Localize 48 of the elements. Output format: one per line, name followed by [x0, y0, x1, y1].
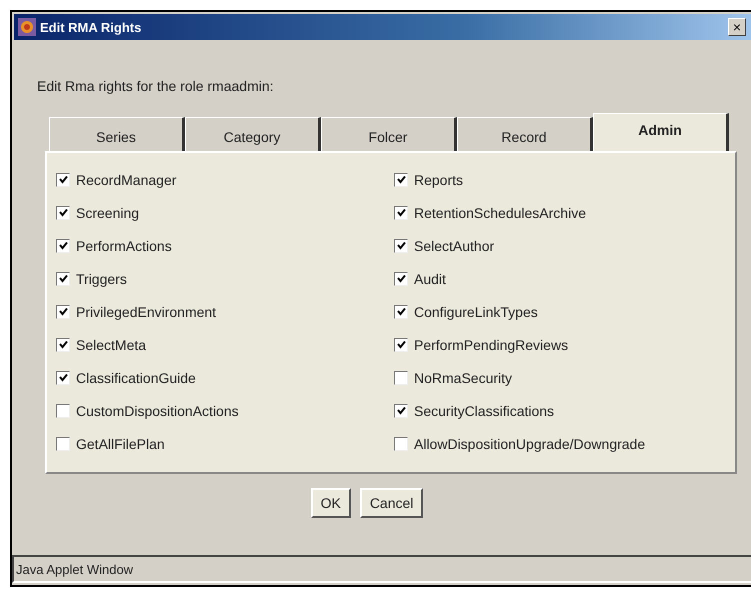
checkbox[interactable]: [56, 436, 70, 450]
checkbox[interactable]: [394, 238, 408, 252]
checkbox-label: ConfigureLinkTypes: [414, 304, 538, 320]
checkbox[interactable]: [56, 172, 70, 186]
checkbox[interactable]: [394, 370, 408, 384]
checkbox[interactable]: [56, 338, 70, 352]
tab[interactable]: Admin: [593, 113, 729, 151]
checkbox[interactable]: [394, 338, 408, 352]
tab[interactable]: Record: [457, 117, 593, 151]
close-button[interactable]: ×: [728, 18, 746, 36]
checkbox[interactable]: [56, 404, 70, 418]
checkbox[interactable]: [56, 304, 70, 318]
checkbox[interactable]: [394, 304, 408, 318]
app-icon: [18, 18, 36, 36]
window-title: Edit RMA Rights: [40, 20, 142, 34]
checkbox-label: AllowDispositionUpgrade/Downgrade: [414, 436, 646, 452]
checkbox[interactable]: [394, 206, 408, 220]
checkbox-label: RecordManager: [76, 172, 176, 188]
ok-button[interactable]: OK: [310, 488, 351, 518]
checkbox-label: PrivilegedEnvironment: [76, 304, 216, 320]
checkbox-label: Audit: [414, 270, 446, 286]
checkbox-label: SelectAuthor: [414, 238, 494, 254]
checkbox[interactable]: [56, 206, 70, 220]
checkbox-label: Screening: [76, 204, 140, 220]
tab[interactable]: Folcer: [321, 117, 457, 151]
checkbox[interactable]: [394, 404, 408, 418]
checkbox-label: CustomDispositionActions: [76, 402, 239, 418]
checkbox-label: Triggers: [76, 270, 127, 286]
checkbox-label: GetAllFilePlan: [76, 436, 165, 452]
checkbox-label: PerformActions: [76, 238, 172, 254]
checkbox[interactable]: [56, 370, 70, 384]
checkbox-label: NoRmaSecurity: [414, 370, 512, 386]
tab[interactable]: Series: [49, 117, 185, 151]
prompt-text: Edit Rma rights for the role rmaadmin:: [37, 78, 275, 94]
checkbox[interactable]: [56, 238, 70, 252]
checkbox-label: SecurityClassifications: [414, 402, 554, 418]
checkbox-label: ClassificationGuide: [76, 370, 196, 386]
checkbox[interactable]: [394, 272, 408, 286]
checkbox-label: Reports: [414, 172, 464, 188]
checkbox[interactable]: [394, 172, 408, 186]
checkbox[interactable]: [56, 272, 70, 286]
status-bar: Java Applet Window: [12, 555, 751, 583]
checkbox-label: PerformPendingReviews: [414, 336, 568, 352]
checkbox[interactable]: [394, 436, 408, 450]
cancel-button[interactable]: Cancel: [360, 488, 424, 518]
checkbox-label: RetentionSchedulesArchive: [414, 204, 586, 220]
tab[interactable]: Category: [185, 117, 321, 151]
checkbox-label: SelectMeta: [76, 336, 146, 352]
